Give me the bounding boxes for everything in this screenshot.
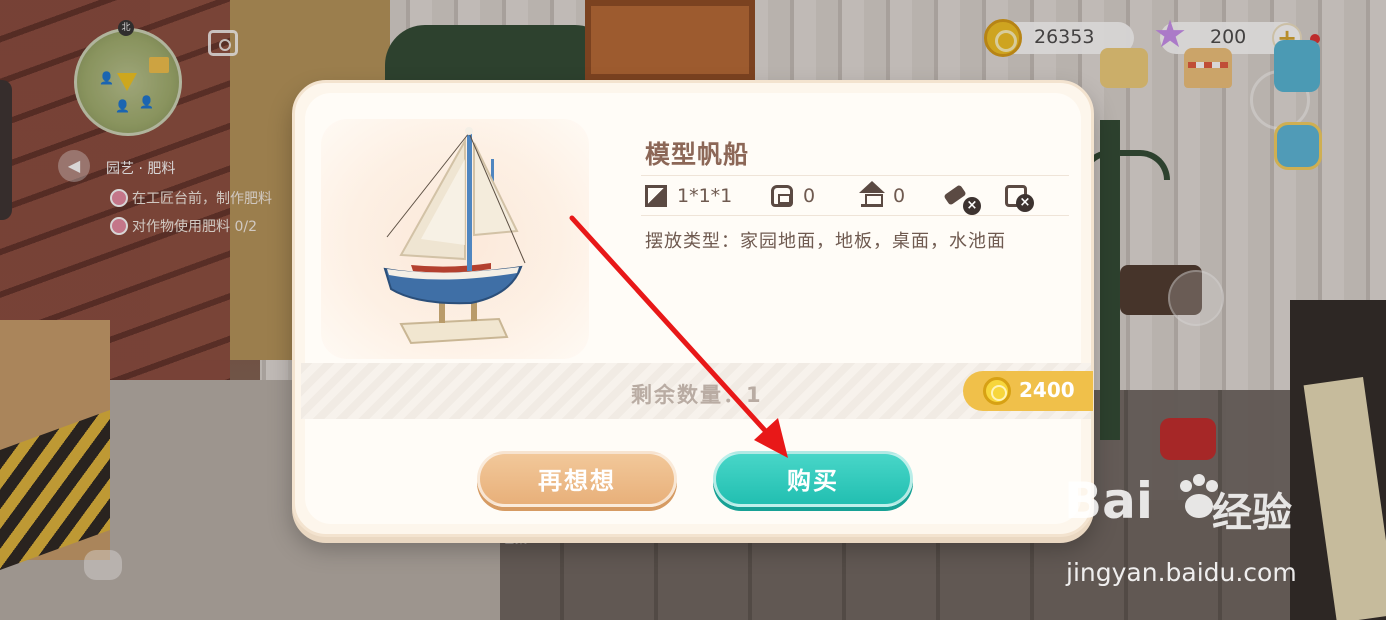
stat-backpack: 0: [771, 179, 815, 213]
no-card-icon: ×: [1005, 185, 1034, 212]
stat-home: 0: [859, 179, 906, 213]
watermark-brand: Bai: [1064, 472, 1153, 530]
cancel-button[interactable]: 再想想: [477, 451, 677, 507]
home-icon: [859, 181, 885, 207]
baidu-watermark: Bai 经验 jingyan.baidu.com: [1064, 472, 1324, 592]
watermark-brand-cn: 经验: [1212, 490, 1292, 536]
remaining-stock: 剩余数量：1: [631, 383, 763, 407]
stat-home-value: 0: [893, 185, 906, 207]
divider: [641, 215, 1069, 216]
stat-size: 1*1*1: [645, 179, 732, 213]
price-value: 2400: [1019, 378, 1075, 402]
backpack-icon: [771, 185, 793, 207]
item-name: 模型帆船: [645, 140, 750, 169]
stat-no-paint: ×: [943, 179, 981, 215]
price-tag: 2400: [963, 371, 1093, 411]
buy-button[interactable]: 购买: [713, 451, 913, 507]
purchase-dialog: 模型帆船 1*1*1 0 0 × × 摆放类型：家园地面，地板，桌面，水池面 剩…: [292, 80, 1094, 537]
item-preview-frame: [321, 119, 589, 359]
watermark-url: jingyan.baidu.com: [1066, 558, 1297, 587]
no-paint-icon: ×: [943, 185, 981, 215]
placement-types: 摆放类型：家园地面，地板，桌面，水池面: [645, 231, 1006, 252]
stat-backpack-value: 0: [803, 185, 816, 207]
stat-no-card: ×: [1005, 179, 1037, 213]
stat-size-value: 1*1*1: [677, 185, 733, 207]
size-icon: [645, 185, 667, 207]
coin-icon: [983, 377, 1011, 405]
divider: [641, 175, 1069, 176]
sailboat-image: [383, 127, 526, 345]
